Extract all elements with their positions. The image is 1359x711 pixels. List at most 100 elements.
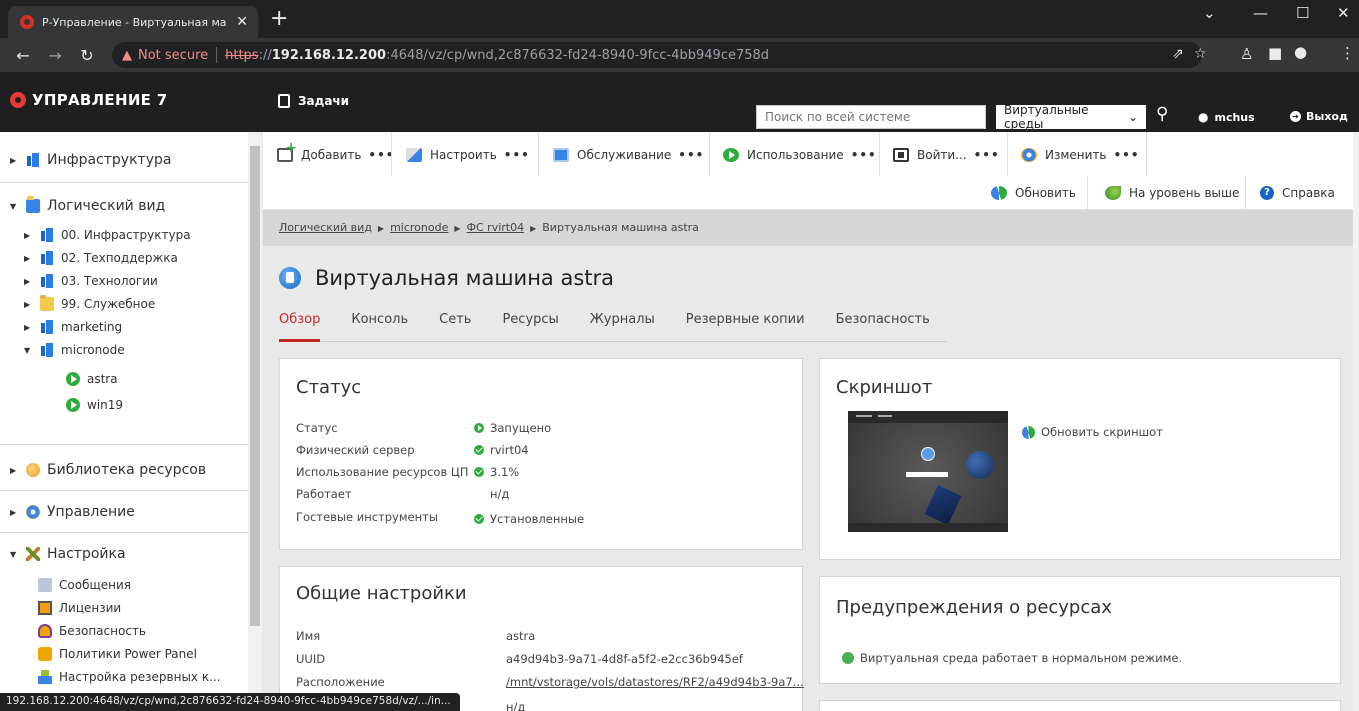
minimize-icon[interactable]: — [1253,4,1268,22]
refresh-button[interactable]: Обновить [991,186,1076,200]
expand-arrow-icon[interactable]: ▶ [24,231,34,240]
cpu-usage-label: Использование ресурсов ЦП [296,465,469,479]
breadcrumb-link[interactable]: micronode [390,221,448,234]
general-settings-title: Общие настройки [296,583,467,604]
collapse-arrow-icon[interactable]: ▼ [10,550,20,559]
settings-item-security[interactable]: Безопасность [0,624,248,638]
browser-menu-icon[interactable]: ⋮ [1340,44,1355,62]
refresh-icon [1022,425,1035,439]
vm-screenshot-thumbnail[interactable] [848,411,1008,532]
tab-security[interactable]: Безопасность [836,308,930,341]
breadcrumb-link[interactable]: ФС rvirt04 [467,221,525,234]
sidebar-scrollbar[interactable] [248,132,262,711]
share-icon[interactable]: ⇗ [1172,46,1184,62]
change-more-icon[interactable]: ••• [1114,148,1140,162]
expand-arrow-icon[interactable]: ▶ [10,508,20,517]
settings-item-licenses[interactable]: Лицензии [0,601,248,615]
tab-search-chevron-icon[interactable]: ⌄ [1203,4,1216,22]
login-button[interactable]: Войти... ••• [893,144,1000,166]
sidebar-divider [0,490,248,491]
change-button[interactable]: Изменить ••• [1021,144,1140,166]
console-icon [893,148,909,162]
add-button[interactable]: Добавить ••• [277,140,394,166]
tree-item-00[interactable]: ▶ 00. Инфраструктура [0,228,248,242]
collapse-arrow-icon[interactable]: ▼ [10,202,20,211]
new-tab-button[interactable]: + [270,8,288,30]
settings-item-backup[interactable]: Настройка резервных к... [0,670,248,684]
level-up-label: На уровень выше [1129,186,1240,200]
physical-server-value[interactable]: rvirt04 [474,443,529,457]
browser-toolbar: ← → ↻ ▲ Not secure https://192.168.12.20… [0,38,1359,72]
breadcrumb-arrow-icon: ▶ [530,224,537,233]
sidebar-item-settings[interactable]: ▼ Настройка [0,546,248,562]
screenshot-menu-mark [856,415,872,417]
collapse-arrow-icon[interactable]: ▼ [24,346,34,355]
toolbar-divider [879,132,880,176]
breadcrumb-link[interactable]: Логический вид [279,221,372,234]
service-icon [553,148,569,162]
configure-label: Настроить [430,148,497,162]
tree-item-99[interactable]: ▶ 99. Служебное [0,295,248,311]
tab-close-icon[interactable]: ✕ [236,14,248,30]
bookmark-star-icon[interactable]: ☆ [1194,46,1207,62]
service-more-icon[interactable]: ••• [678,148,704,162]
search-icon[interactable]: ⚲ [1156,104,1168,124]
tree-item-vm-win19[interactable]: win19 [0,398,248,412]
tree-item-02[interactable]: ▶ 02. Техподдержка [0,251,248,265]
tab-logs[interactable]: Журналы [590,308,655,341]
user-menu[interactable]: ● mchus [1198,110,1255,124]
address-bar[interactable]: ▲ Not secure https://192.168.12.200:4648… [112,42,1207,68]
level-up-button[interactable]: На уровень выше [1105,186,1239,200]
sidebar-scroll-thumb[interactable] [250,146,260,626]
forward-icon[interactable]: → [46,46,64,65]
maximize-icon[interactable]: ☐ [1296,4,1309,22]
expand-arrow-icon[interactable]: ▶ [24,323,34,332]
settings-item-power-panel[interactable]: Политики Power Panel [0,647,248,661]
back-icon[interactable]: ← [14,46,32,65]
settings-item-messages[interactable]: Сообщения [0,578,248,592]
content-scrollbar[interactable] [1353,132,1359,711]
location-link[interactable]: /mnt/vstorage/vols/datastores/RF2/a49d94… [506,675,804,689]
app-logo[interactable]: УПРАВЛЕНИЕ 7 [10,91,167,109]
browser-tab[interactable]: Р-Управление - Виртуальная ма ✕ [8,6,258,38]
sidebar-divider [0,182,248,183]
tree-item-marketing[interactable]: ▶ marketing [0,320,248,334]
tree-item-03[interactable]: ▶ 03. Технологии [0,274,248,288]
sidebar-item-infrastructure[interactable]: ▶ Инфраструктура [0,152,248,168]
configure-button[interactable]: Настроить ••• [406,144,530,166]
tab-console[interactable]: Консоль [351,308,408,341]
help-label: Справка [1282,186,1335,200]
tree-item-micronode[interactable]: ▼ micronode [0,343,248,357]
global-search-input[interactable] [756,105,986,129]
login-more-icon[interactable]: ••• [974,148,1000,162]
expand-arrow-icon[interactable]: ▶ [24,277,34,286]
tasks-link[interactable]: Задачи [278,94,349,108]
logout-link[interactable]: ➔ Выход [1290,110,1348,123]
expand-arrow-icon[interactable]: ▶ [10,466,20,475]
reload-icon[interactable]: ↻ [78,46,96,65]
help-button[interactable]: ? Справка [1260,186,1335,200]
sidebar-item-management[interactable]: ▶ Управление [0,504,248,520]
expand-arrow-icon[interactable]: ▶ [10,156,20,165]
tree-item-vm-astra[interactable]: astra [0,372,248,386]
expand-arrow-icon[interactable]: ▶ [24,254,34,263]
refresh-screenshot-button[interactable]: Обновить скриншот [1022,425,1163,439]
tab-network[interactable]: Сеть [439,308,471,341]
expand-arrow-icon[interactable]: ▶ [24,300,34,309]
sidebar-item-logical-view[interactable]: ▼ Логический вид [0,196,248,214]
service-button[interactable]: Обслуживание ••• [553,144,704,166]
tab-overview[interactable]: Обзор [279,308,321,342]
configure-more-icon[interactable]: ••• [504,148,530,162]
usage-button[interactable]: Использование ••• [723,144,877,166]
warning-icon: ▲ [122,47,132,63]
profile-icon[interactable]: ● [1294,43,1307,61]
extension-flask-icon[interactable]: ♙ [1240,45,1253,63]
tab-resources[interactable]: Ресурсы [502,308,558,341]
window-close-icon[interactable]: ✕ [1337,4,1350,22]
scope-select[interactable]: Виртуальные среды ⌄ [996,103,1146,131]
sidebar-item-library[interactable]: ▶ Библиотека ресурсов [0,462,248,478]
usage-more-icon[interactable]: ••• [851,148,877,162]
side-panel-icon[interactable]: ■ [1268,44,1282,62]
tab-backups[interactable]: Резервные копии [686,308,805,341]
check-icon [474,467,484,477]
